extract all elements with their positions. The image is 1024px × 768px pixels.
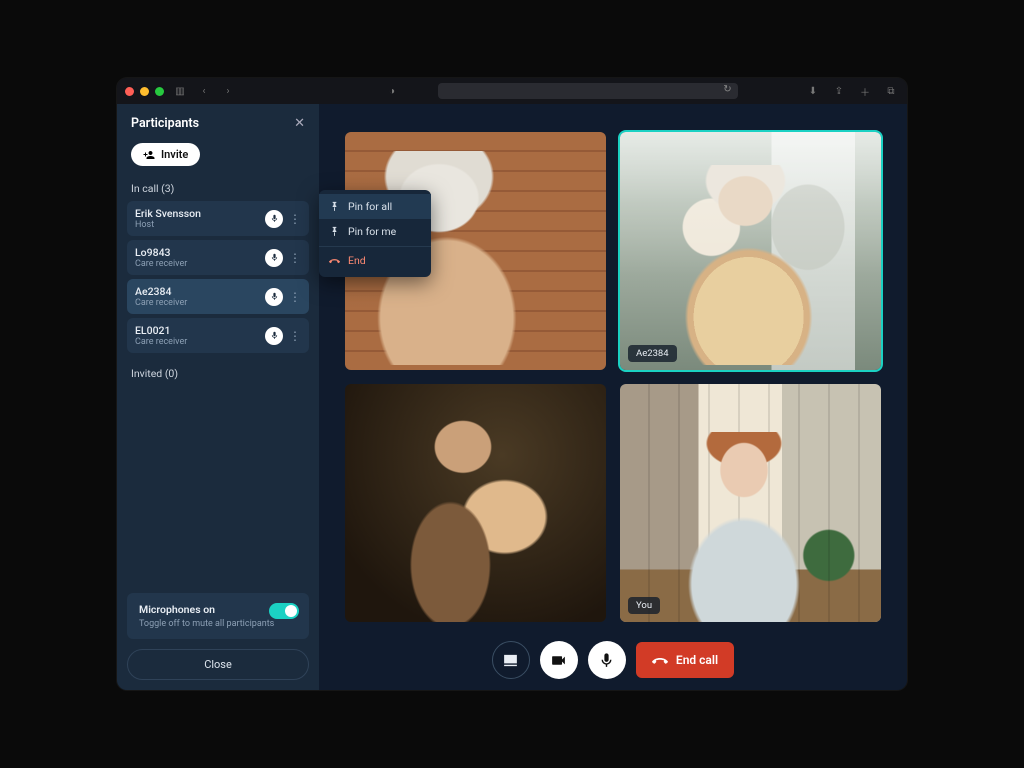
end-call-button[interactable]: End call	[636, 642, 734, 678]
participant-context-menu: Pin for all Pin for me End	[319, 190, 431, 277]
video-call-app: Participants ✕ Invite In call (3) Erik S…	[117, 104, 907, 690]
pin-icon	[329, 226, 340, 237]
pin-icon	[329, 201, 340, 212]
participant-row[interactable]: Erik SvenssonHost ⋮	[127, 201, 309, 236]
close-icon[interactable]: ✕	[294, 116, 305, 131]
download-icon[interactable]: ⬇	[805, 83, 821, 99]
camera-icon	[550, 652, 567, 669]
panel-title: Participants	[131, 116, 199, 131]
window-controls[interactable]	[125, 87, 164, 96]
shield-icon[interactable]: ◑	[384, 83, 400, 99]
tabs-overview-icon[interactable]: ⧉	[883, 83, 899, 99]
invited-label: Invited (0)	[117, 353, 319, 394]
microphone-button[interactable]	[588, 641, 626, 679]
call-controls: End call	[319, 630, 907, 690]
close-window-icon[interactable]	[125, 87, 134, 96]
camera-button[interactable]	[540, 641, 578, 679]
hangup-icon	[329, 255, 340, 266]
menu-end[interactable]: End	[319, 246, 431, 273]
address-bar[interactable]	[438, 83, 738, 99]
more-icon[interactable]: ⋮	[289, 330, 301, 342]
invite-button[interactable]: Invite	[131, 143, 200, 166]
nav-forward-icon[interactable]: ›	[220, 83, 236, 99]
maximize-window-icon[interactable]	[155, 87, 164, 96]
video-tile[interactable]	[345, 384, 606, 622]
participant-row[interactable]: EL0021Care receiver ⋮	[127, 318, 309, 353]
new-tab-icon[interactable]: ＋	[857, 83, 873, 99]
nav-back-icon[interactable]: ‹	[196, 83, 212, 99]
video-grid: Ae2384 You	[319, 104, 907, 630]
close-button[interactable]: Close	[127, 649, 309, 680]
mic-icon	[598, 652, 615, 669]
screen-icon	[502, 652, 519, 669]
participant-row[interactable]: Ae2384Care receiver ⋮	[127, 279, 309, 314]
in-call-label: In call (3)	[117, 176, 319, 201]
mic-icon[interactable]	[265, 210, 283, 228]
participant-tag: You	[628, 597, 660, 614]
microphones-toggle[interactable]: Microphones on Toggle off to mute all pa…	[127, 593, 309, 639]
participant-list: Erik SvenssonHost ⋮ Lo9843Care receiver …	[117, 201, 319, 353]
browser-toolbar: ▥ ‹ › ◑ ⬇ ⇪ ＋ ⧉	[117, 78, 907, 104]
hangup-icon	[652, 652, 668, 668]
more-icon[interactable]: ⋮	[289, 291, 301, 303]
menu-pin-for-all[interactable]: Pin for all	[319, 194, 431, 219]
more-icon[interactable]: ⋮	[289, 213, 301, 225]
screenshare-button[interactable]	[492, 641, 530, 679]
sidebar-toggle-icon[interactable]: ▥	[172, 83, 188, 99]
participant-row[interactable]: Lo9843Care receiver ⋮	[127, 240, 309, 275]
participants-panel: Participants ✕ Invite In call (3) Erik S…	[117, 104, 319, 690]
mic-icon[interactable]	[265, 288, 283, 306]
add-user-icon	[143, 149, 155, 161]
participant-tag: Ae2384	[628, 345, 677, 362]
minimize-window-icon[interactable]	[140, 87, 149, 96]
more-icon[interactable]: ⋮	[289, 252, 301, 264]
share-icon[interactable]: ⇪	[831, 83, 847, 99]
toggle-switch[interactable]	[269, 603, 299, 619]
app-window: ▥ ‹ › ◑ ⬇ ⇪ ＋ ⧉ Participants ✕ Invite In…	[117, 78, 907, 690]
menu-pin-for-me[interactable]: Pin for me	[319, 219, 431, 244]
video-tile-self[interactable]: You	[620, 384, 881, 622]
video-tile-pinned[interactable]: Ae2384	[620, 132, 881, 370]
mic-icon[interactable]	[265, 327, 283, 345]
mic-icon[interactable]	[265, 249, 283, 267]
